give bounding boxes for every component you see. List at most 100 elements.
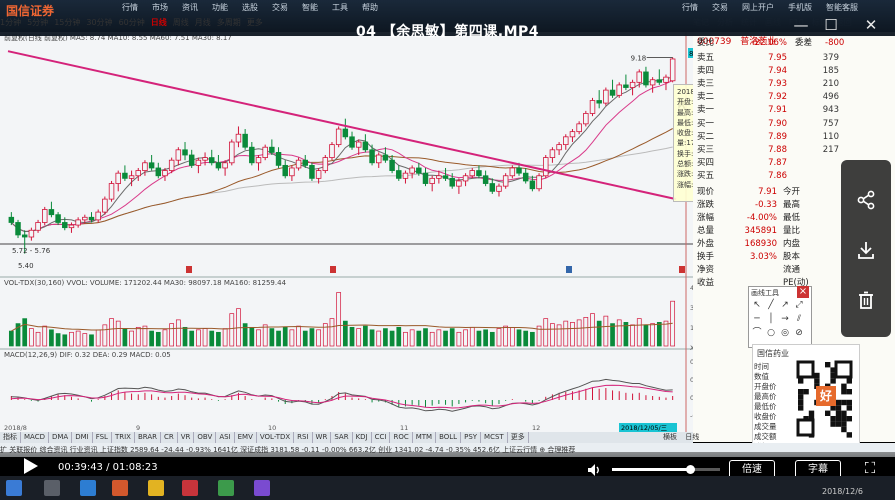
menu-item[interactable]: 选股 (242, 3, 258, 12)
kline-chart-area[interactable]: 9.188.945.72 - 5.765.40450003000015000X1… (0, 32, 693, 442)
search-icon[interactable] (44, 480, 60, 496)
menu-item[interactable]: 网上开户 (742, 3, 774, 12)
candle-body (516, 167, 522, 174)
menu-item[interactable]: 行情 (682, 3, 698, 12)
indicator-tab[interactable]: PSY (461, 432, 482, 443)
menu-item[interactable]: 手机版 (788, 3, 812, 12)
volume-bar (356, 328, 362, 347)
line-tool-icon[interactable]: ╱ (765, 299, 777, 311)
indicator-tab[interactable]: VR (178, 432, 195, 443)
candle-body (596, 100, 602, 104)
candle-body (329, 144, 335, 158)
start-icon[interactable] (6, 480, 22, 496)
volume-icon[interactable] (587, 462, 601, 476)
indicator-tab[interactable]: MTM (413, 432, 437, 443)
quote-row: 卖四 7.94 185 (697, 66, 839, 76)
bottom-right-tabs[interactable]: 横板 日线 (663, 432, 699, 443)
volume-bar (55, 333, 61, 347)
volume-bar (249, 326, 255, 347)
trash-icon[interactable] (841, 278, 891, 318)
fullscreen-icon[interactable]: ⛶ (860, 458, 880, 478)
indicator-tab[interactable]: DMA (49, 432, 73, 443)
kline-chart-svg[interactable]: 9.188.945.72 - 5.765.40450003000015000X1… (0, 32, 693, 442)
share-icon[interactable] (841, 178, 891, 218)
candle (583, 110, 589, 127)
stock-app-icon[interactable] (182, 480, 198, 496)
menu-item[interactable]: 行情 (122, 3, 138, 12)
volume-slider[interactable] (612, 465, 720, 474)
candle-body (175, 149, 182, 161)
hline-tool-icon[interactable]: ─ (751, 313, 763, 325)
fib-tool-icon[interactable]: ◎ (779, 327, 791, 339)
indicator-tab[interactable]: BOLL (436, 432, 462, 443)
indicator-tab[interactable]: SAR (331, 432, 353, 443)
event-marker (679, 266, 685, 273)
qr-module (841, 426, 847, 433)
arc-tool-icon[interactable]: ⌒ (751, 327, 763, 339)
delete-tool-icon[interactable]: ⊘ (793, 327, 805, 339)
vline-tool-icon[interactable]: │ (765, 313, 777, 325)
menu-item[interactable]: 工具 (332, 3, 348, 12)
indicator-tab[interactable]: ASI (216, 432, 235, 443)
arrow-tool-icon[interactable]: → (779, 313, 791, 325)
volume-bar (590, 313, 595, 347)
indicator-tab[interactable]: 更多 (508, 432, 529, 443)
player-app-icon[interactable] (254, 480, 270, 496)
app-icon[interactable] (112, 480, 128, 496)
indicator-tab[interactable]: FSL (93, 432, 112, 443)
indicator-tab[interactable]: CR (161, 432, 178, 443)
menu-item[interactable]: 市场 (152, 3, 168, 12)
cursor-tool-icon[interactable]: ↖ (751, 299, 763, 311)
qr-code[interactable]: 好 (796, 360, 854, 438)
drawing-tools-panel[interactable]: 画线工具 × ↖ ╱ ↗ ⤢ ─ │ → ⫽ ⌒ ○ ◎ ⊘ (748, 286, 812, 348)
candle-body (576, 123, 582, 133)
main-menu[interactable]: 行情 市场 资讯 功能 选股 交易 智能 工具 帮助 (122, 2, 392, 13)
indicator-tab[interactable]: TRIX (112, 432, 135, 443)
indicator-tabs[interactable]: 指标 MACD DMA DMI FSL TRIX BRAR CR VR OBV ASI EMV VOL-… (0, 432, 693, 443)
indicator-tab[interactable]: ROC (390, 432, 413, 443)
indicator-tab[interactable]: KDJ (353, 432, 372, 443)
qr-badge: 好 (816, 386, 836, 406)
menu-item[interactable]: 功能 (212, 3, 228, 12)
indicator-tab[interactable]: EMV (235, 432, 257, 443)
indicator-tab[interactable]: VOL-TDX (257, 432, 295, 443)
maximize-button[interactable]: ☐ (820, 16, 842, 34)
indicator-tab[interactable]: OBV (194, 432, 217, 443)
indicator-tab[interactable]: DMI (72, 432, 93, 443)
candle-body (55, 214, 61, 223)
qr-module (830, 378, 836, 384)
volume-bar (456, 331, 462, 347)
circle-tool-icon[interactable]: ○ (765, 327, 777, 339)
volume-bar (616, 319, 622, 347)
indicator-tab[interactable]: MACD (21, 432, 49, 443)
ray-tool-icon[interactable]: ↗ (779, 299, 791, 311)
indicator-tab[interactable]: 指标 (0, 432, 21, 443)
menu-item[interactable]: 资讯 (182, 3, 198, 12)
volume-bar (349, 326, 355, 347)
menu-item[interactable]: 智能客服 (826, 3, 858, 12)
volume-bar (102, 324, 108, 347)
segment-tool-icon[interactable]: ⤢ (793, 299, 805, 311)
indicator-tab[interactable]: WR (313, 432, 332, 443)
right-menu[interactable]: 行情 交易 网上开户 手机版 智能客服 (682, 2, 872, 13)
minimize-button[interactable]: — (790, 16, 812, 34)
indicator-tab[interactable]: BRAR (135, 432, 161, 443)
browser-icon[interactable] (80, 480, 96, 496)
folder-icon[interactable] (148, 480, 164, 496)
indicator-tab[interactable]: MCST (481, 432, 508, 443)
indicator-tab[interactable]: CCI (372, 432, 391, 443)
menu-item[interactable]: 交易 (712, 3, 728, 12)
menu-item[interactable]: 智能 (302, 3, 318, 12)
quote-row: 卖一 7.91 943 (697, 105, 839, 115)
close-button[interactable]: ✕ (860, 16, 882, 34)
play-icon[interactable] (24, 458, 38, 474)
indicator-tab[interactable]: RSI (294, 432, 313, 443)
volume-bar (463, 329, 468, 347)
menu-item[interactable]: 交易 (272, 3, 288, 12)
download-icon[interactable] (841, 228, 891, 268)
channel-tool-icon[interactable]: ⫽ (793, 313, 805, 325)
wechat-icon[interactable] (218, 480, 234, 496)
candle-body (436, 175, 442, 179)
close-icon[interactable]: × (797, 286, 809, 298)
menu-item[interactable]: 帮助 (362, 3, 378, 12)
